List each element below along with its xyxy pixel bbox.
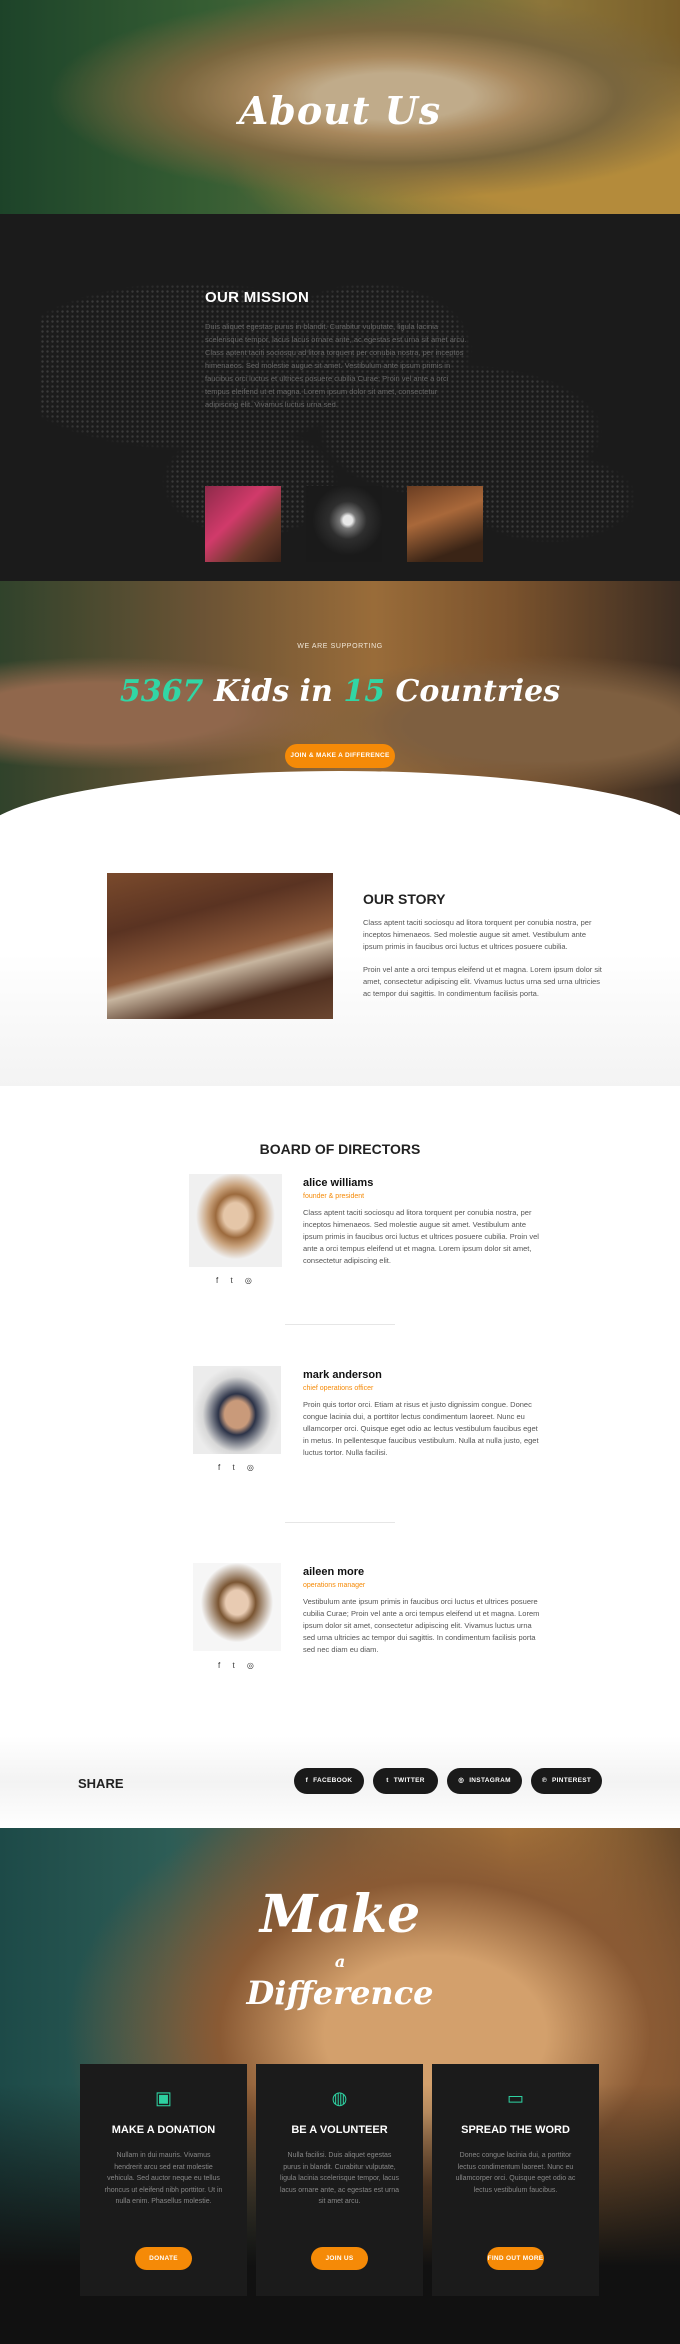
supporting-label: WE ARE SUPPORTING: [297, 643, 383, 650]
page-title: About Us: [238, 88, 442, 133]
gallery-photo-classroom[interactable]: [407, 486, 483, 562]
donate-button[interactable]: DONATE: [135, 2247, 192, 2270]
story-heading: OUR STORY: [363, 891, 446, 907]
countries-label: Countries: [395, 674, 561, 709]
social-icons[interactable]: f t ◎: [216, 1276, 257, 1285]
find-out-more-button[interactable]: FIND OUT MORE: [487, 2247, 544, 2270]
instagram-label: INSTAGRAM: [469, 1777, 511, 1784]
divider: [285, 1324, 395, 1325]
supporting-banner: WE ARE SUPPORTING 5367 Kids in 15 Countr…: [0, 581, 680, 821]
twitter-label: TWITTER: [393, 1777, 425, 1784]
instagram-button[interactable]: ◎ INSTAGRAM: [447, 1768, 522, 1794]
kids-count: 5367: [119, 674, 204, 709]
join-button[interactable]: JOIN & MAKE A DIFFERENCE: [285, 744, 395, 768]
card-text: Nullam in dui mauris. Vivamus hendrerit …: [104, 2152, 223, 2205]
card-text: Nulla facilisi. Duis aliquet egestas pur…: [279, 2152, 400, 2205]
card-title: BE A VOLUNTEER: [291, 2124, 388, 2136]
card-text: Donec congue lacinia dui, a porttitor le…: [455, 2152, 576, 2194]
spread-word-card: ▭ SPREAD THE WORD Donec congue lacinia d…: [432, 2064, 599, 2296]
kids-label: Kids in: [213, 674, 333, 709]
mission-heading: OUR MISSION: [205, 289, 310, 306]
supporting-stats: 5367 Kids in 15 Countries: [0, 674, 680, 709]
member-name: aileen more: [303, 1566, 365, 1578]
difference-title-line1: Make: [259, 1884, 421, 1945]
make-difference-section: Make a Difference ▣ MAKE A DONATION Null…: [0, 1828, 680, 2344]
story-section: OUR STORY Class aptent taciti sociosqu a…: [0, 821, 680, 1086]
share-bar: SHARE f FACEBOOK t TWITTER ◎ INSTAGRAM ℗ PIN…: [0, 1736, 680, 1828]
difference-title-line3: Difference: [246, 1974, 434, 2012]
divider: [285, 1522, 395, 1523]
story-paragraph-1: Class aptent taciti sociosqu ad litora t…: [363, 918, 592, 951]
difference-title-line2: a: [334, 1952, 346, 1971]
hero-banner: About Us: [0, 0, 680, 214]
pinterest-label: PINTEREST: [551, 1777, 592, 1784]
social-icons[interactable]: f t ◎: [218, 1463, 259, 1472]
member-bio: Vestibulum ante ipsum primis in faucibus…: [303, 1597, 540, 1654]
chat-icon: ▭: [506, 2088, 524, 2108]
globe-icon: ◍: [331, 2088, 348, 2108]
member-bio: Class aptent taciti sociosqu ad litora t…: [303, 1208, 539, 1265]
member-role: operations manager: [303, 1582, 366, 1589]
twitter-button[interactable]: t TWITTER: [373, 1768, 438, 1794]
member-bio: Proin quis tortor orci. Etiam at risus e…: [303, 1400, 539, 1457]
mission-text: Duis aliquet egestas purus in blandit. C…: [205, 322, 467, 409]
join-us-button[interactable]: JOIN US: [311, 2247, 368, 2270]
wave-divider: [0, 771, 680, 821]
facebook-label: FACEBOOK: [313, 1777, 353, 1784]
pinterest-icon: ℗: [541, 1777, 547, 1784]
board-heading: BOARD OF DIRECTORS: [259, 1141, 421, 1157]
classroom-photo: [107, 873, 333, 1019]
share-heading: SHARE: [78, 1776, 124, 1791]
facebook-icon: f: [305, 1777, 309, 1784]
social-icons[interactable]: f t ◎: [218, 1661, 259, 1670]
gallery-photo-hand[interactable]: [306, 486, 382, 562]
avatar: [189, 1174, 282, 1267]
member-name: mark anderson: [303, 1369, 382, 1381]
avatar: [193, 1366, 281, 1454]
wallet-icon: ▣: [154, 2088, 172, 2108]
instagram-icon: ◎: [458, 1777, 465, 1784]
story-paragraph-2: Proin vel ante a orci tempus eleifend ut…: [363, 965, 602, 998]
board-section: BOARD OF DIRECTORS f t ◎ alice williams …: [0, 1086, 680, 1736]
countries-count: 15: [343, 674, 386, 709]
member-role: chief operations officer: [303, 1385, 374, 1392]
mission-section: OUR MISSION Duis aliquet egestas purus i…: [0, 214, 680, 581]
member-name: alice williams: [303, 1177, 374, 1189]
donation-card: ▣ MAKE A DONATION Nullam in dui mauris. …: [80, 2064, 247, 2296]
facebook-button[interactable]: f FACEBOOK: [294, 1768, 364, 1794]
twitter-icon: t: [386, 1777, 389, 1784]
volunteer-card: ◍ BE A VOLUNTEER Nulla facilisi. Duis al…: [256, 2064, 423, 2296]
member-role: founder & president: [303, 1193, 365, 1200]
avatar: [193, 1563, 281, 1651]
mission-gallery: [205, 486, 483, 562]
pinterest-button[interactable]: ℗ PINTEREST: [531, 1768, 602, 1794]
card-title: SPREAD THE WORD: [461, 2124, 570, 2136]
gallery-photo-children[interactable]: [205, 486, 281, 562]
card-title: MAKE A DONATION: [111, 2124, 216, 2136]
